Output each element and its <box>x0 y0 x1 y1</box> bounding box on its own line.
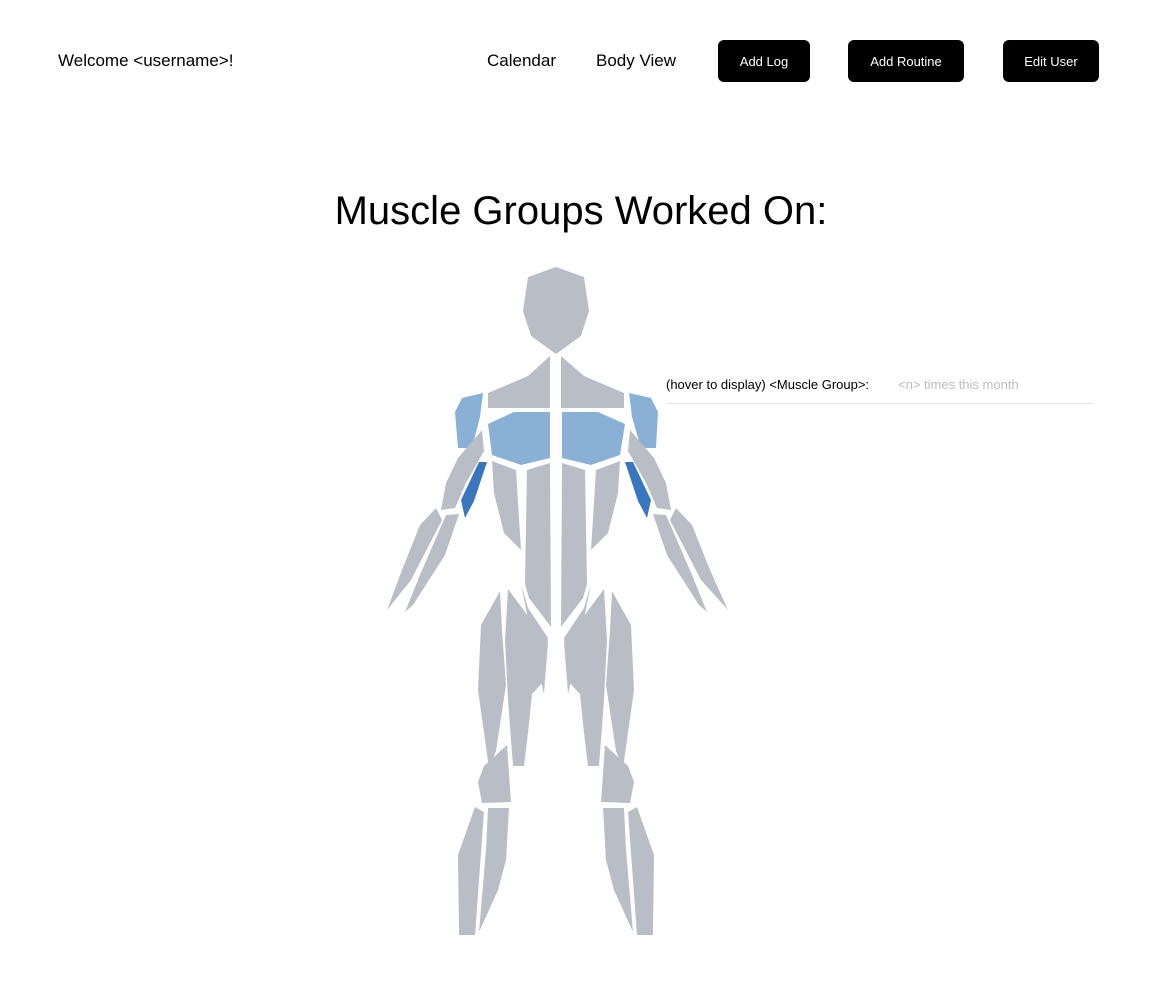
muscle-calf-right-outer[interactable] <box>628 807 654 935</box>
muscle-trapezius-left[interactable] <box>488 356 550 408</box>
muscle-oblique-right[interactable] <box>591 461 620 550</box>
body-muscle-map <box>387 267 728 935</box>
muscle-abs-left[interactable] <box>525 463 551 627</box>
muscle-calf-left-inner[interactable] <box>479 808 509 932</box>
muscle-quad-right-middle[interactable] <box>564 589 607 766</box>
muscle-quad-left-outer[interactable] <box>478 591 506 768</box>
muscle-trapezius-right[interactable] <box>561 356 624 408</box>
hover-muscle-group-label: (hover to display) <Muscle Group>: <box>666 377 870 392</box>
hover-muscle-group-count: <n> times this month <box>898 377 1019 392</box>
muscle-calf-left-outer[interactable] <box>458 807 484 935</box>
muscle-pectoral-left[interactable] <box>488 412 550 465</box>
muscle-pectoral-right[interactable] <box>562 412 625 465</box>
muscle-head[interactable] <box>523 267 589 354</box>
muscle-quad-right-outer[interactable] <box>606 591 634 768</box>
muscle-oblique-left[interactable] <box>492 461 521 550</box>
muscle-calf-right-inner[interactable] <box>603 808 633 932</box>
muscle-hover-info: (hover to display) <Muscle Group>: <n> t… <box>666 376 1094 404</box>
muscle-abs-right[interactable] <box>561 463 587 627</box>
